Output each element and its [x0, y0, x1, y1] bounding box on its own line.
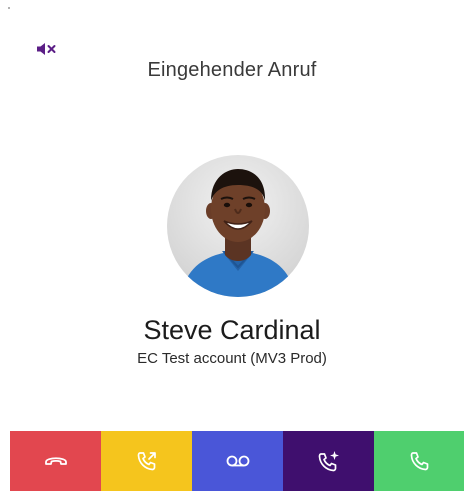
person-portrait: [181, 169, 295, 297]
accept-button[interactable]: [374, 431, 464, 491]
call-action-bar: [10, 431, 464, 491]
phone-icon: [410, 452, 428, 471]
caller-name: Steve Cardinal: [143, 315, 321, 345]
forward-call-button[interactable]: [101, 431, 192, 491]
call-forward-icon: [137, 452, 156, 471]
caller-avatar: [167, 155, 309, 297]
caller-account: EC Test account (MV3 Prod): [137, 350, 327, 367]
voicemail-button[interactable]: [192, 431, 283, 491]
mute-button[interactable]: [33, 38, 61, 60]
smart-answer-button[interactable]: [283, 431, 374, 491]
corner-dot: [8, 7, 10, 9]
voicemail-icon: [226, 455, 249, 467]
call-sparkle-icon: [318, 451, 339, 472]
hang-up-icon: [44, 457, 67, 465]
incoming-call-card: Eingehender Anruf Steve Cardinal EC Test…: [0, 0, 464, 491]
decline-button[interactable]: [10, 431, 101, 491]
call-title: Eingehender Anruf: [147, 59, 317, 81]
speaker-muted-icon: [37, 43, 56, 55]
